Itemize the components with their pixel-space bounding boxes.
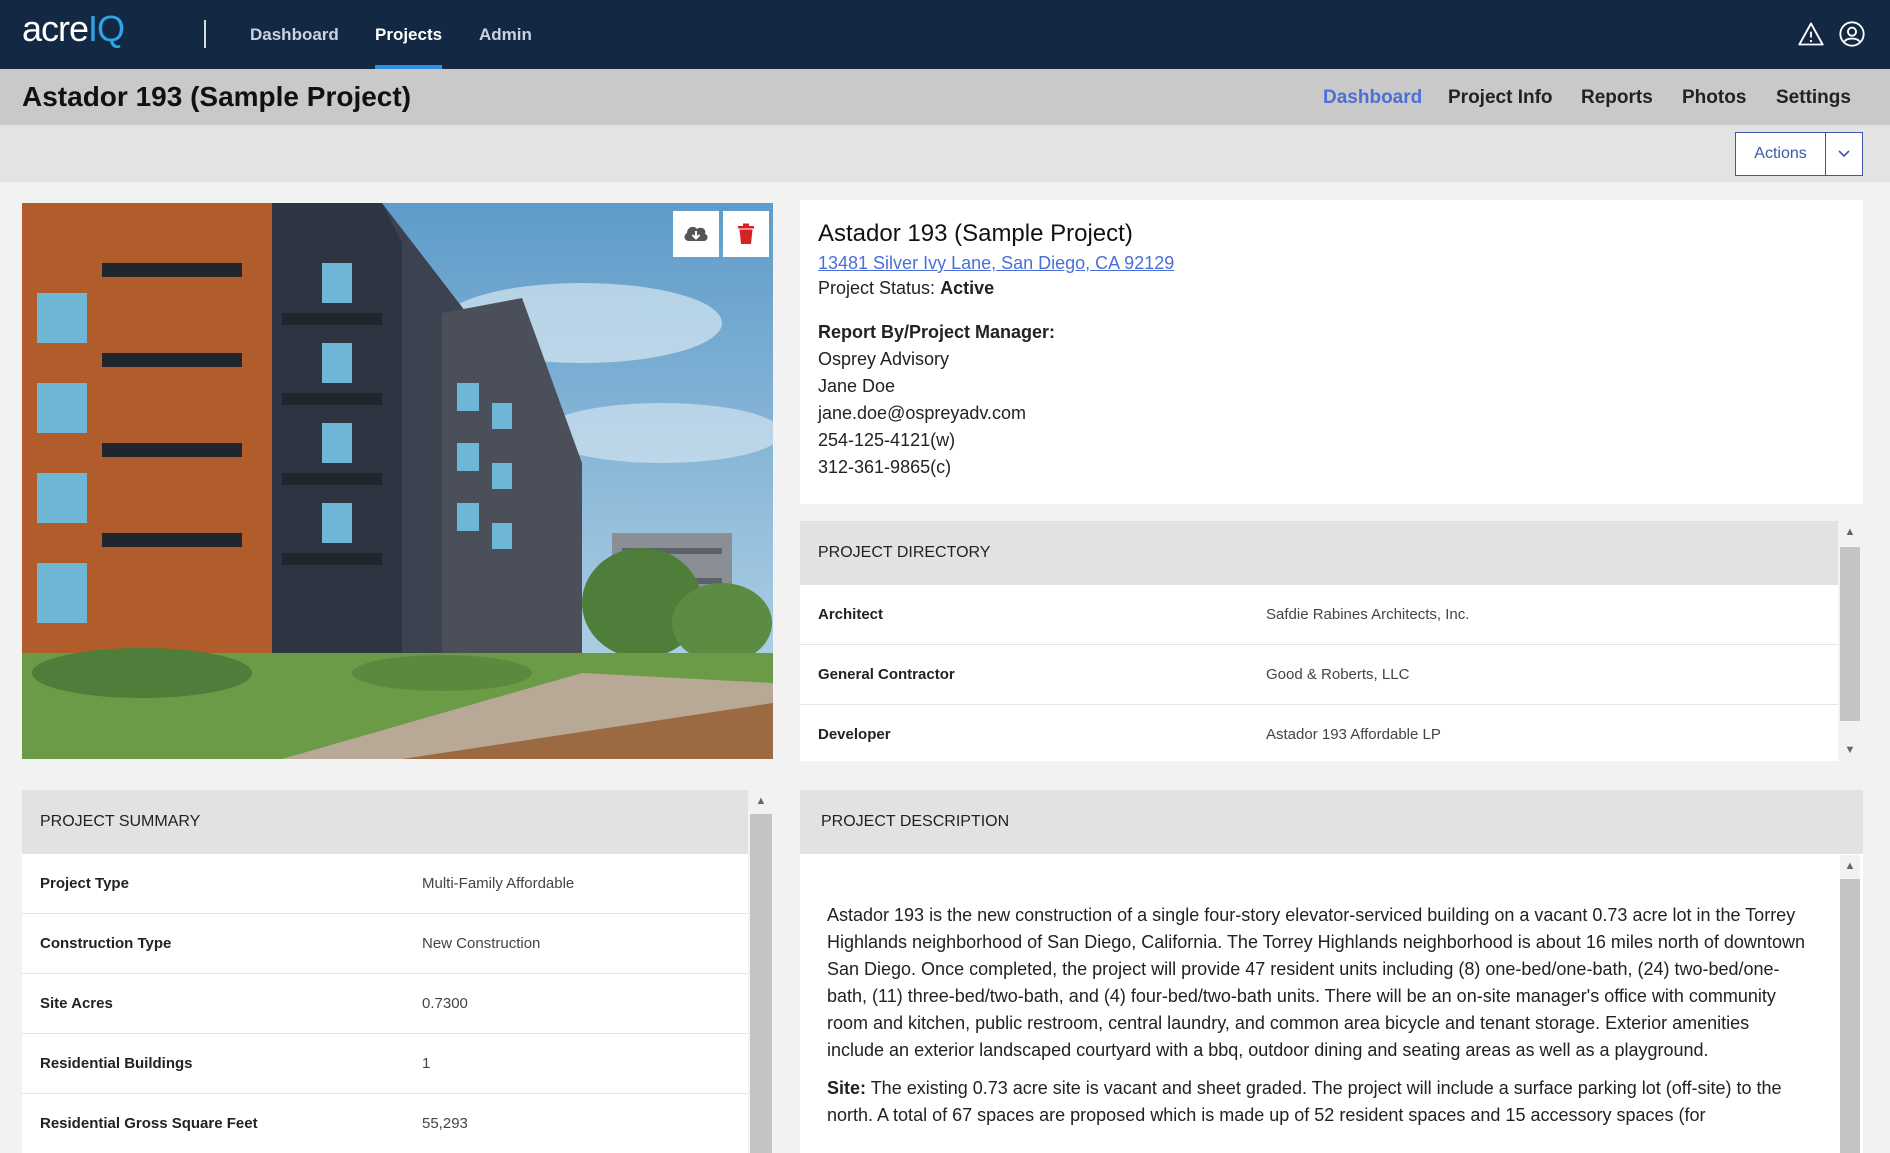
site-label: Site: (827, 1078, 867, 1098)
project-summary-panel: PROJECT SUMMARY Project Type Multi-Famil… (22, 790, 748, 1153)
scroll-up-arrow-icon[interactable]: ▲ (1840, 859, 1860, 873)
row-label: General Contractor (818, 666, 955, 683)
page-title: Astador 193 (Sample Project) (22, 81, 412, 112)
row-value: 0.7300 (422, 995, 468, 1012)
site-text: The existing 0.73 acre site is vacant an… (827, 1078, 1782, 1125)
row-label: Site Acres (40, 995, 113, 1012)
directory-row: Developer Astador 193 Affordable LP (800, 705, 1838, 761)
directory-row: General Contractor Good & Roberts, LLC (800, 645, 1838, 705)
chevron-down-icon[interactable] (1826, 133, 1862, 175)
scroll-down-arrow-icon[interactable]: ▼ (1840, 743, 1860, 757)
description-heading: PROJECT DESCRIPTION (800, 790, 1863, 854)
actions-button[interactable]: Actions (1736, 133, 1826, 175)
manager-heading: Report By/Project Manager: (818, 322, 1056, 342)
scroll-up-arrow-icon[interactable]: ▲ (1840, 525, 1860, 539)
tab-dashboard[interactable]: Dashboard (1323, 87, 1422, 109)
project-address-link[interactable]: 13481 Silver Ivy Lane, San Diego, CA 921… (818, 253, 1845, 278)
row-label: Project Type (40, 875, 129, 892)
tab-project-info[interactable]: Project Info (1448, 87, 1553, 109)
description-body: Astador 193 is the new construction of a… (800, 854, 1838, 1129)
scroll-up-arrow-icon[interactable]: ▲ (750, 794, 772, 808)
row-label: Residential Gross Square Feet (40, 1115, 258, 1132)
warning-icon[interactable] (1797, 20, 1825, 48)
summary-heading: PROJECT SUMMARY (22, 790, 748, 854)
summary-row: Project Type Multi-Family Affordable (22, 854, 748, 914)
status-value: Active (940, 278, 995, 298)
row-value: Good & Roberts, LLC (1266, 666, 1410, 683)
action-bar: Actions (0, 125, 1890, 182)
manager-name: Jane Doe (818, 376, 896, 396)
nav-divider (204, 20, 206, 48)
scroll-thumb[interactable] (750, 814, 772, 1153)
description-site-paragraph: Site: The existing 0.73 acre site is vac… (827, 1075, 1810, 1129)
top-navbar: acre IQ Dashboard Projects Admin (0, 0, 1890, 69)
row-label: Residential Buildings (40, 1055, 193, 1072)
tab-settings[interactable]: Settings (1776, 87, 1851, 109)
tab-reports[interactable]: Reports (1581, 87, 1653, 109)
logo-text: acre (22, 8, 89, 49)
tab-photos[interactable]: Photos (1682, 87, 1746, 109)
description-paragraph: Astador 193 is the new construction of a… (827, 905, 1805, 1060)
directory-heading: PROJECT DIRECTORY (800, 521, 1838, 585)
scroll-thumb[interactable] (1840, 879, 1860, 1153)
directory-row: Architect Safdie Rabines Architects, Inc… (800, 585, 1838, 645)
scroll-thumb[interactable] (1840, 547, 1860, 721)
acreiq-logo[interactable]: acre IQ (22, 8, 125, 50)
nav-dashboard[interactable]: Dashboard (250, 0, 339, 69)
manager-company: Osprey Advisory (818, 349, 950, 369)
actions-dropdown[interactable]: Actions (1735, 132, 1863, 176)
summary-row: Site Acres 0.7300 (22, 974, 748, 1034)
row-value: Astador 193 Affordable LP (1266, 726, 1441, 743)
row-value: Multi-Family Affordable (422, 875, 575, 892)
summary-row: Residential Buildings 1 (22, 1034, 748, 1094)
project-header: Astador 193 (Sample Project) Dashboard P… (0, 69, 1890, 125)
building-photo-image (22, 203, 773, 759)
summary-row: Residential Gross Square Feet 55,293 (22, 1094, 748, 1153)
manager-phone-cell: 312-361-9865(c) (818, 457, 952, 477)
cloud-download-icon[interactable] (673, 211, 719, 257)
row-value: Safdie Rabines Architects, Inc. (1266, 606, 1470, 623)
description-scrollbar[interactable]: ▲ (1840, 855, 1860, 1153)
row-value: New Construction (422, 935, 541, 952)
project-photo (22, 203, 773, 759)
directory-scrollbar[interactable]: ▲ ▼ (1840, 521, 1860, 761)
manager-phone-work: 254-125-4121(w) (818, 430, 956, 450)
project-status: Project Status: Active (818, 278, 995, 298)
row-label: Developer (818, 726, 891, 743)
project-info-card: Astador 193 (Sample Project) 13481 Silve… (800, 200, 1863, 504)
summary-row: Construction Type New Construction (22, 914, 748, 974)
row-label: Construction Type (40, 935, 172, 952)
project-description-panel: PROJECT DESCRIPTION Astador 193 is the n… (800, 790, 1863, 1153)
project-name: Astador 193 (Sample Project) (818, 220, 1133, 247)
user-account-icon[interactable] (1838, 20, 1866, 48)
logo-text-accent: IQ (88, 8, 125, 49)
manager-email: jane.doe@ospreyadv.com (818, 403, 1027, 423)
row-value: 55,293 (422, 1115, 468, 1132)
row-value: 1 (422, 1055, 431, 1072)
trash-icon[interactable] (723, 211, 769, 257)
nav-projects[interactable]: Projects (375, 0, 443, 69)
project-directory-panel: PROJECT DIRECTORY Architect Safdie Rabin… (800, 521, 1838, 761)
nav-admin[interactable]: Admin (479, 0, 532, 69)
summary-scrollbar[interactable]: ▲ (750, 790, 772, 1153)
row-label: Architect (818, 606, 884, 623)
